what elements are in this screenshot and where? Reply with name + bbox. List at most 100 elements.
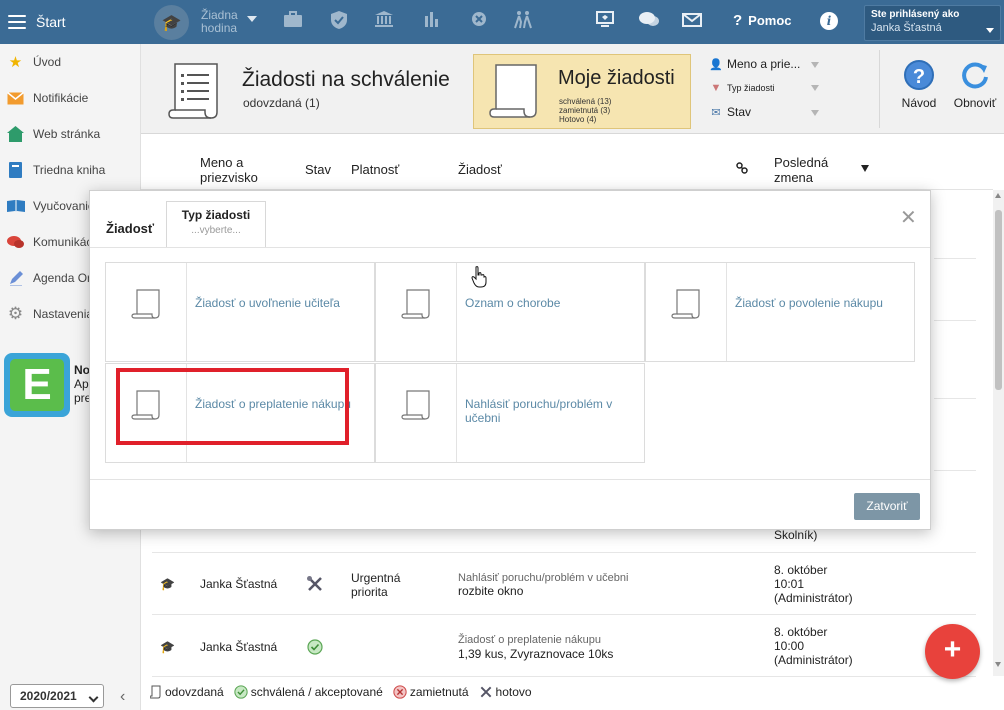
divider — [90, 479, 930, 480]
scrollbar[interactable] — [993, 190, 1004, 676]
dropdown-triangle-icon — [811, 85, 819, 91]
school-year-value: 2020/2021 — [20, 689, 77, 703]
bank-icon[interactable] — [372, 10, 396, 34]
home-icon — [6, 125, 25, 143]
guide-button[interactable]: ? Návod — [899, 60, 939, 110]
scroll-down-arrow-icon[interactable] — [995, 662, 1001, 667]
legend-submitted-label: odovzdaná — [165, 685, 224, 699]
divider — [879, 50, 880, 128]
help-button[interactable]: ? Pomoc — [733, 12, 792, 29]
filter-name-label: Meno a prie... — [727, 57, 801, 71]
link-icon — [736, 162, 748, 177]
edupage-logo-icon: E — [4, 353, 70, 417]
gear-icon: ⚙ — [7, 304, 24, 323]
close-dialog-button[interactable]: Zatvoriť — [854, 493, 920, 520]
column-state[interactable]: Stav — [305, 162, 331, 177]
sort-desc-icon[interactable] — [861, 165, 869, 172]
mailbox-icon: ✉ — [711, 106, 721, 119]
help-label: Pomoc — [748, 13, 792, 28]
briefcase-icon[interactable] — [281, 10, 305, 34]
sidebar-item-label: Agenda Org — [33, 271, 98, 285]
legend-rejected: zamietnutá — [393, 685, 469, 699]
question-circle-icon: ? — [904, 60, 934, 90]
filter-state[interactable]: ✉ Stav — [709, 105, 819, 119]
filter-name[interactable]: 👤 Meno a prie... — [709, 57, 819, 71]
star-icon: ★ — [8, 54, 23, 71]
column-validity[interactable]: Platnosť — [351, 162, 399, 177]
table-row[interactable]: 🎓 Janka Šťastná Žiadosť o preplatenie ná… — [152, 615, 976, 677]
graduation-cap-icon: 🎓 — [160, 640, 175, 654]
sidebar-item-label: Triedna kniha — [33, 163, 106, 177]
legend-done: hotovo — [479, 685, 532, 699]
document-icon — [150, 685, 161, 699]
bar-chart-icon[interactable] — [420, 10, 444, 34]
question-mark-icon: ? — [733, 12, 743, 29]
column-name[interactable]: Meno a priezvisko — [200, 155, 270, 185]
dropdown-triangle-icon — [811, 110, 819, 116]
my-requests-tile[interactable]: Moje žiadosti schválená (13) zamietnutá … — [473, 54, 691, 129]
divider — [934, 470, 976, 471]
add-request-button[interactable]: + — [925, 624, 980, 679]
sidebar-item-web[interactable]: Web stránka — [6, 125, 100, 143]
chat-bubbles-icon[interactable] — [637, 10, 661, 34]
funnel-icon: ▼ — [710, 82, 722, 94]
sidebar-item-label: Web stránka — [33, 127, 101, 141]
divider — [934, 258, 976, 259]
filter-state-label: Stav — [727, 105, 752, 119]
column-request[interactable]: Žiadosť — [458, 162, 502, 177]
cast-screen-icon[interactable] — [593, 10, 617, 34]
filter-type[interactable]: ▼ Typ žiadosti — [709, 82, 819, 94]
tab-request-type-label: Typ žiadosti — [181, 208, 251, 222]
start-menu-button[interactable]: Štart — [8, 0, 66, 44]
info-icon[interactable]: i — [820, 12, 838, 30]
scrollbar-thumb[interactable] — [995, 210, 1002, 390]
row-changed-by: Školník) — [774, 528, 818, 542]
graduation-cap-icon[interactable]: 🎓 — [154, 5, 189, 40]
shield-icon[interactable] — [327, 10, 351, 36]
scroll-up-arrow-icon[interactable] — [995, 193, 1001, 198]
sidebar-item-label: Úvod — [33, 55, 62, 69]
sidebar-item-agenda[interactable]: Agenda Org — [6, 269, 98, 287]
request-type-label: Žiadosť o uvoľnenie učiteľa — [195, 296, 340, 310]
sidebar-item-label: Notifikácie — [33, 91, 89, 105]
divider — [726, 263, 727, 361]
request-type-card-teacher-release[interactable]: Žiadosť o uvoľnenie učiteľa — [105, 262, 375, 362]
hamburger-icon[interactable] — [8, 15, 26, 29]
divider — [934, 320, 976, 321]
row-request-detail: rozbite okno — [458, 584, 524, 598]
stethoscope-icon[interactable] — [467, 10, 491, 34]
request-type-card-purchase-permission[interactable]: Žiadosť o povolenie nákupu — [645, 262, 915, 362]
sidebar-item-uvod[interactable]: ★ Úvod — [6, 53, 61, 71]
pencil-icon — [6, 269, 25, 287]
approved-check-icon — [307, 639, 323, 658]
legend-approved-label: schválená / akceptované — [250, 685, 383, 699]
envelope-icon[interactable] — [680, 10, 704, 34]
sidebar-item-notifikacie[interactable]: Notifikácie — [6, 89, 88, 107]
sidebar-item-komunikacia[interactable]: Komunikácia — [6, 233, 102, 251]
sidebar-item-nastavenia[interactable]: ⚙ Nastavenia — [6, 304, 93, 323]
refresh-button[interactable]: Obnoviť — [952, 60, 998, 110]
approved-check-icon — [234, 685, 248, 699]
request-type-card-illness[interactable]: Oznam o chorobe — [375, 262, 645, 362]
sidebar-item-vyucovanie[interactable]: Vyučovanie — [6, 197, 95, 215]
page-header: Žiadosti na schválenie odovzdaná (1) Moj… — [141, 44, 1004, 134]
request-type-card-classroom-issue[interactable]: Nahlásiť poruchu/problém v učebni — [375, 363, 645, 463]
table-row[interactable]: 🎓 Janka Šťastná Urgentná priorita Nahlás… — [152, 553, 976, 615]
user-account-dropdown[interactable]: Ste prihlásený ako Janka Šťastná — [864, 5, 1001, 41]
chevron-down-icon[interactable] — [247, 16, 257, 22]
collapse-sidebar-icon[interactable]: ‹ — [120, 688, 125, 706]
tab-request-type[interactable]: Typ žiadosti ...vyberte... — [166, 201, 266, 247]
start-label: Štart — [36, 14, 66, 30]
tools-icon — [480, 686, 491, 698]
column-last-change[interactable]: Posledná zmena — [774, 155, 844, 185]
chevron-down-icon — [986, 28, 994, 33]
walking-people-icon[interactable] — [511, 10, 535, 36]
school-year-select[interactable]: 2020/2021 — [10, 684, 104, 708]
close-icon[interactable]: ✕ — [900, 205, 917, 230]
tab-request[interactable]: Žiadosť — [106, 221, 154, 236]
hour-selector[interactable]: Žiadna hodina — [201, 9, 241, 35]
sidebar-item-triedna-kniha[interactable]: Triedna kniha — [6, 161, 105, 179]
chevron-down-icon — [88, 692, 99, 703]
done-count: Hotovo (4) — [559, 115, 597, 124]
document-scroll-icon — [489, 64, 537, 118]
